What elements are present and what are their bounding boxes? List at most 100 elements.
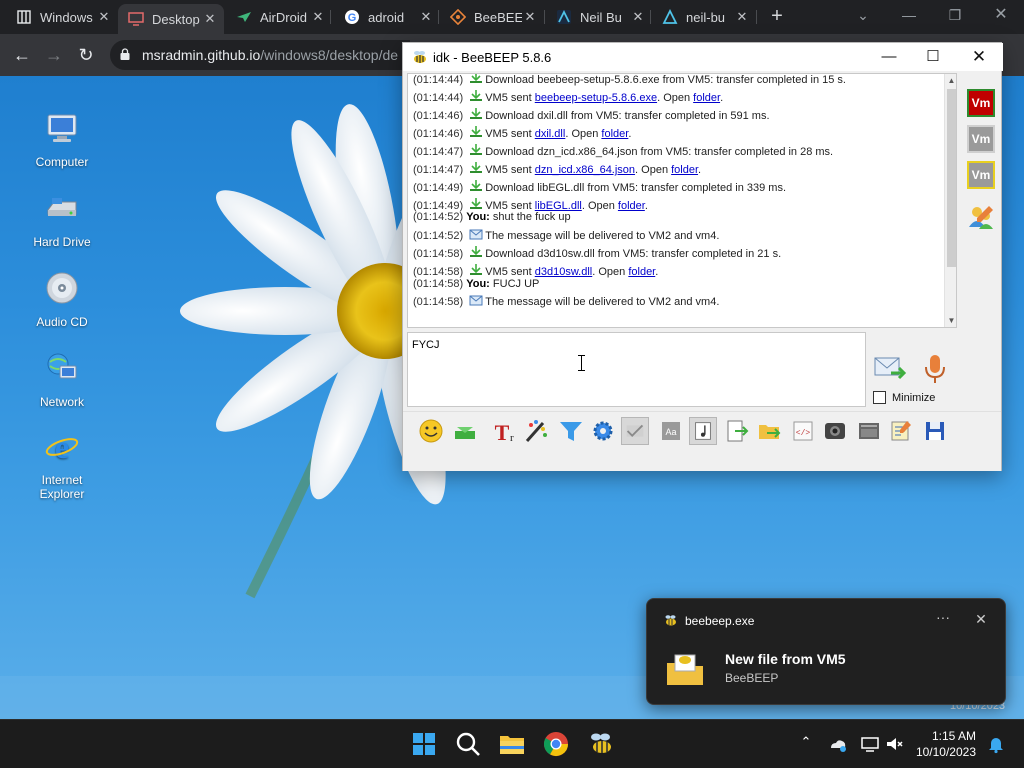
font-color-icon[interactable] [523, 417, 551, 445]
notification-subtitle: BeeBEEP [725, 671, 779, 685]
music-note-icon[interactable] [689, 417, 717, 445]
desktop-icon-computer[interactable]: Computer [22, 110, 102, 169]
more-options-icon[interactable]: ··· [933, 609, 953, 625]
close-icon[interactable]: ✕ [418, 9, 434, 25]
folder-link[interactable]: folder [601, 128, 628, 140]
new-tab-button[interactable]: + [765, 5, 789, 29]
search-icon[interactable] [452, 728, 484, 760]
app-icon [556, 9, 572, 25]
screen-capture-icon[interactable] [855, 417, 883, 445]
chat-log[interactable]: (01:14:44) Download beebeep-setup-5.8.6.… [407, 73, 957, 328]
tab-search-chevron-icon[interactable]: ⌄ [848, 4, 878, 28]
restore-icon[interactable]: ❐ [940, 4, 970, 28]
desktop-icon-internet-explorer[interactable]: e Internet Explorer [22, 428, 102, 501]
code-icon[interactable]: </> [789, 417, 817, 445]
text-style-icon[interactable]: Aa [657, 417, 685, 445]
onedrive-icon[interactable] [828, 734, 848, 754]
tab-desktop[interactable]: Desktop ✕ [118, 4, 224, 34]
maximize-icon[interactable]: ☐ [913, 45, 953, 69]
file-link[interactable]: dxil.dll [535, 128, 566, 140]
scroll-down-arrow-icon[interactable]: ▼ [945, 314, 956, 327]
close-icon[interactable]: ✕ [959, 45, 999, 69]
tab-windows8[interactable]: Windows 8 ✕ [6, 4, 118, 30]
message-text: . [655, 266, 659, 278]
forward-arrow-icon[interactable]: → [42, 43, 66, 67]
url-text: msradmin.github.io/windows8/desktop/de [142, 47, 398, 63]
message-text: Download libEGL.dll from VM5: transfer c… [485, 182, 787, 194]
timestamp: (01:14:46) [413, 110, 464, 122]
minimize-icon[interactable]: — [894, 4, 924, 28]
user-vm-2[interactable]: Vm [967, 125, 995, 153]
chat-scrollbar[interactable]: ▲ ▼ [944, 74, 956, 327]
scroll-up-arrow-icon[interactable]: ▲ [945, 74, 956, 87]
close-icon[interactable]: ✕ [522, 9, 538, 25]
beebeep-titlebar[interactable]: idk - BeeBEEP 5.8.6 — ☐ ✕ [403, 43, 1003, 71]
notification-toast[interactable]: beebeep.exe ··· ✕ New file from VM5 BeeB… [646, 598, 1006, 705]
filter-icon[interactable] [557, 417, 585, 445]
close-icon[interactable]: ✕ [973, 611, 989, 628]
desktop-icon-hard-drive[interactable]: Hard Drive [22, 190, 102, 249]
scrollbar-thumb[interactable] [947, 89, 956, 267]
microphone-icon[interactable] [921, 353, 949, 385]
file-link[interactable]: d3d10sw.dll [535, 266, 593, 278]
reload-icon[interactable]: ↻ [74, 43, 98, 67]
chevron-up-icon[interactable]: ⌃ [796, 734, 816, 754]
back-arrow-icon[interactable]: ← [10, 43, 34, 67]
beebeep-taskbar-icon[interactable] [584, 728, 616, 760]
chrome-icon[interactable] [540, 728, 572, 760]
export-icon[interactable] [723, 417, 751, 445]
spell-check-icon[interactable] [621, 417, 649, 445]
notification-title: New file from VM5 [725, 651, 846, 667]
message-text: . [720, 92, 724, 104]
tab-neil-bu-2[interactable]: neil-bu ✕ [652, 4, 756, 30]
address-bar[interactable]: msradmin.github.io/windows8/desktop/de [110, 40, 410, 70]
font-icon[interactable]: Tr [489, 417, 517, 445]
close-icon[interactable]: ✕ [630, 9, 646, 25]
folder-link[interactable]: folder [671, 164, 698, 176]
file-explorer-icon[interactable] [496, 728, 528, 760]
notes-icon[interactable] [887, 417, 915, 445]
gear-icon[interactable] [589, 417, 617, 445]
close-icon[interactable]: ✕ [96, 9, 112, 25]
emoticon-icon[interactable] [417, 417, 445, 445]
screenshot-icon[interactable] [821, 417, 849, 445]
message-input[interactable]: FYCJ [407, 332, 866, 407]
close-icon[interactable]: ✕ [734, 9, 750, 25]
windows-start-icon[interactable] [408, 728, 440, 760]
minimize-checkbox[interactable]: Minimize [873, 391, 935, 404]
desktop-icon-label: Internet Explorer [39, 473, 85, 501]
message-text: The message will be delivered to VM2 and… [485, 296, 720, 308]
desktop-icon-label: Audio CD [36, 315, 88, 329]
send-message-button[interactable] [873, 353, 907, 383]
close-icon[interactable]: ✕ [202, 11, 218, 27]
minimize-icon[interactable]: — [869, 45, 909, 69]
file-link[interactable]: dzn_icd.x86_64.json [535, 164, 635, 176]
display-icon[interactable] [860, 734, 880, 754]
close-window-icon[interactable]: ✕ [986, 4, 1016, 28]
tab-airdroid[interactable]: AirDroid ✕ [226, 4, 332, 30]
cd-icon [46, 272, 78, 304]
tab-beebeep[interactable]: BeeBEEP ✕ [440, 4, 544, 30]
timestamp: (01:14:58) [413, 248, 464, 260]
browser-tabstrip: Windows 8 ✕ Desktop ✕ AirDroid ✕ G adroi… [0, 0, 1024, 34]
system-clock[interactable]: 1:15 AM 10/10/2023 [906, 728, 976, 760]
group-users-icon[interactable] [967, 203, 995, 231]
message-text: . Open [657, 92, 694, 104]
user-vm-1[interactable]: Vm [967, 89, 995, 117]
close-icon[interactable]: ✕ [310, 9, 326, 25]
folder-link[interactable]: folder [693, 92, 720, 104]
checkbox-box[interactable] [873, 391, 886, 404]
send-file-icon[interactable] [451, 417, 479, 445]
folder-link[interactable]: folder [628, 266, 655, 278]
folder-share-icon[interactable] [755, 417, 783, 445]
desktop-icon-audio-cd[interactable]: Audio CD [22, 270, 102, 329]
user-vm-3[interactable]: Vm [967, 161, 995, 189]
file-link[interactable]: beebeep-setup-5.8.6.exe [535, 92, 657, 104]
notification-bell-icon[interactable] [986, 734, 1006, 754]
save-icon[interactable] [921, 417, 949, 445]
folder-link[interactable]: folder [618, 200, 645, 212]
tab-neil-bu-1[interactable]: Neil Bu ✕ [546, 4, 652, 30]
tab-adroid[interactable]: G adroid ✕ [334, 4, 440, 30]
volume-muted-icon[interactable] [884, 734, 904, 754]
desktop-icon-network[interactable]: Network [22, 350, 102, 409]
